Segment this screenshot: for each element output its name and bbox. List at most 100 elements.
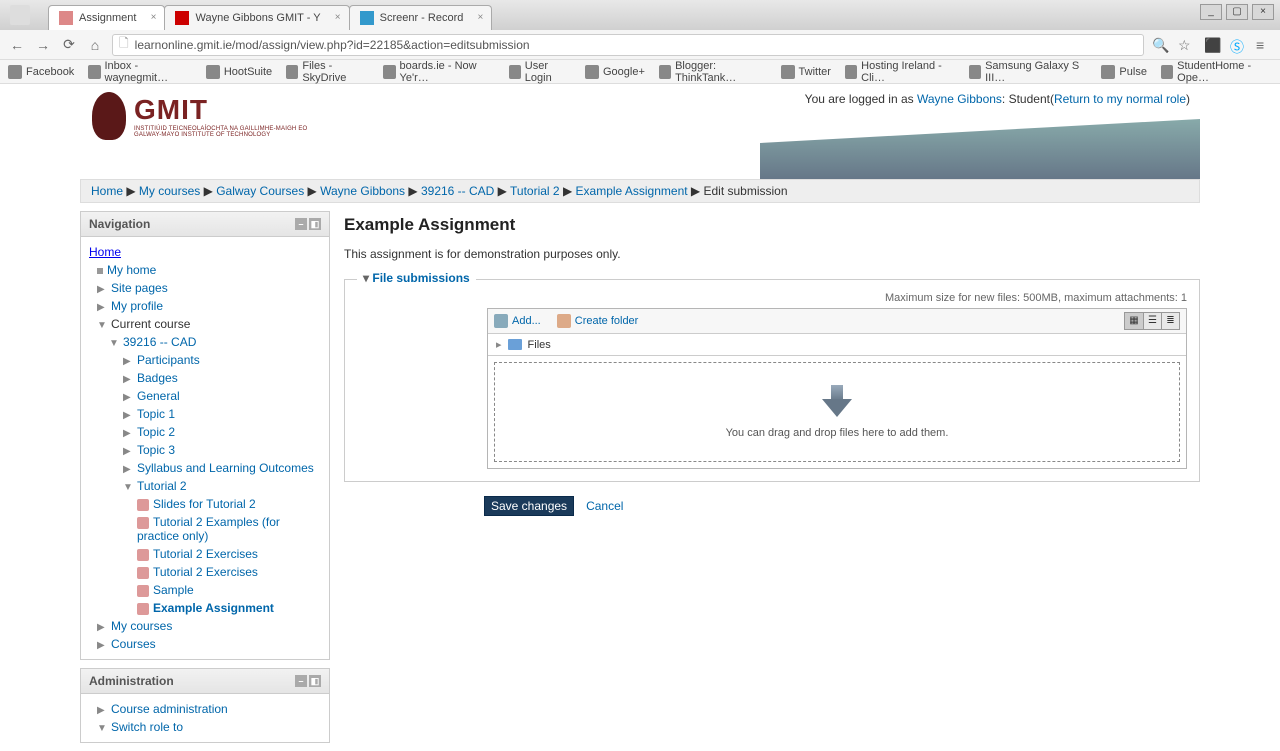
expand-icon[interactable]: ▶	[97, 705, 107, 716]
window-maximize-button[interactable]: ▢	[1226, 4, 1248, 20]
bookmark-item[interactable]: User Login	[509, 60, 571, 84]
expand-icon[interactable]: ▶	[97, 622, 107, 633]
breadcrumb-link[interactable]: 39216 -- CAD	[421, 184, 494, 198]
nav-tree-item[interactable]: Tutorial 2 Exercises	[89, 545, 321, 563]
admin-tree-item[interactable]: ▼Switch role to	[89, 718, 321, 736]
browser-tab-screenr[interactable]: Screenr - Record ×	[349, 5, 493, 30]
bookmark-item[interactable]: Pulse	[1101, 65, 1147, 79]
menu-icon[interactable]: ≡	[1256, 37, 1272, 53]
bookmark-item[interactable]: StudentHome - Ope…	[1161, 60, 1272, 84]
nav-tree-item[interactable]: Example Assignment	[89, 599, 321, 617]
breadcrumb-link[interactable]: Home	[91, 184, 123, 198]
nav-tree-item[interactable]: Slides for Tutorial 2	[89, 495, 321, 513]
back-button[interactable]: ←	[8, 36, 26, 54]
expand-icon[interactable]: ▶	[97, 284, 107, 295]
file-path-bar[interactable]: ▸ Files	[488, 334, 1186, 356]
extension-icon[interactable]: ⬛	[1204, 37, 1220, 53]
create-folder-button[interactable]: Create folder	[557, 314, 639, 328]
collapse-icon[interactable]: –	[295, 218, 307, 230]
reload-button[interactable]: ⟳	[60, 36, 78, 54]
window-minimize-button[interactable]: _	[1200, 4, 1222, 20]
nav-home-link[interactable]: Home	[89, 245, 121, 259]
bookmark-item[interactable]: Files - SkyDrive	[286, 60, 369, 84]
add-file-button[interactable]: Add...	[494, 314, 541, 328]
expand-icon[interactable]: ▶	[97, 302, 107, 313]
bookmark-item[interactable]: HootSuite	[206, 65, 272, 79]
nav-tree-item[interactable]: ▼39216 -- CAD	[89, 333, 321, 351]
bookmark-item[interactable]: Inbox - waynegmit…	[88, 60, 192, 84]
gmit-logo[interactable]: GMIT INSTITIÚID TEICNEOLAÍOCHTA NA GAILL…	[92, 92, 307, 140]
expand-icon[interactable]: ▶	[123, 464, 133, 475]
bookmark-item[interactable]: Google+	[585, 65, 645, 79]
nav-tree-item[interactable]: ▶Syllabus and Learning Outcomes	[89, 459, 321, 477]
forward-button[interactable]: →	[34, 36, 52, 54]
view-icons-button[interactable]: ▦	[1125, 313, 1143, 329]
bookmark-item[interactable]: Hosting Ireland - Cli…	[845, 60, 955, 84]
expand-icon[interactable]: ▼	[123, 482, 133, 493]
fieldset-legend[interactable]: File submissions	[357, 271, 476, 285]
cancel-button[interactable]: Cancel	[586, 499, 623, 513]
breadcrumb-link[interactable]: Wayne Gibbons	[320, 184, 405, 198]
nav-tree-item[interactable]: ▼Current course	[89, 315, 321, 333]
nav-tree-item[interactable]: Sample	[89, 581, 321, 599]
nav-tree-item[interactable]: ▶Courses	[89, 635, 321, 653]
bookmark-item[interactable]: Samsung Galaxy S III…	[969, 60, 1088, 84]
close-icon[interactable]: ×	[151, 12, 157, 23]
expand-icon[interactable]: ▶	[123, 410, 133, 421]
expand-icon[interactable]: ▼	[97, 723, 107, 734]
expand-icon[interactable]: ▼	[97, 320, 107, 331]
profile-avatar-icon[interactable]	[10, 5, 30, 25]
collapse-icon[interactable]: –	[295, 675, 307, 687]
close-icon[interactable]: ×	[335, 12, 341, 23]
view-tree-button[interactable]: ≣	[1161, 313, 1179, 329]
tab-favicon-icon	[59, 11, 73, 25]
star-icon[interactable]: ☆	[1178, 37, 1194, 53]
bookmark-item[interactable]: Twitter	[781, 65, 831, 79]
view-list-button[interactable]: ☰	[1143, 313, 1161, 329]
bookmark-item[interactable]: Blogger: ThinkTank…	[659, 60, 767, 84]
user-link[interactable]: Wayne Gibbons	[917, 92, 1002, 106]
admin-tree-item[interactable]: ▶Course administration	[89, 700, 321, 718]
breadcrumb-link[interactable]: Example Assignment	[576, 184, 688, 198]
nav-tree-item[interactable]: My home	[89, 261, 321, 279]
expand-icon[interactable]: ▶	[123, 428, 133, 439]
search-icon[interactable]: 🔍	[1152, 37, 1168, 53]
expand-icon[interactable]: ▼	[109, 338, 119, 349]
dock-icon[interactable]: ◧	[309, 675, 321, 687]
nav-tree-item[interactable]: ▶My courses	[89, 617, 321, 635]
folder-icon	[508, 339, 522, 350]
return-role-link[interactable]: Return to my normal role	[1054, 92, 1186, 106]
nav-tree-item[interactable]: Tutorial 2 Exercises	[89, 563, 321, 581]
breadcrumb-link[interactable]: Tutorial 2	[510, 184, 560, 198]
breadcrumb-link[interactable]: Galway Courses	[216, 184, 304, 198]
nav-tree-item[interactable]: ▶General	[89, 387, 321, 405]
save-button[interactable]: Save changes	[484, 496, 574, 516]
browser-tab-youtube[interactable]: Wayne Gibbons GMIT - Y ×	[164, 5, 349, 30]
file-drop-zone[interactable]: You can drag and drop files here to add …	[494, 362, 1180, 462]
close-icon[interactable]: ×	[478, 12, 484, 23]
nav-tree-item[interactable]: ▶Topic 1	[89, 405, 321, 423]
browser-tab-assignment[interactable]: Assignment ×	[48, 5, 165, 30]
dock-icon[interactable]: ◧	[309, 218, 321, 230]
url-input[interactable]: 🗋 learnonline.gmit.ie/mod/assign/view.ph…	[112, 34, 1144, 56]
nav-tree-item[interactable]: ▶Topic 2	[89, 423, 321, 441]
expand-icon[interactable]: ▶	[123, 374, 133, 385]
breadcrumb-link[interactable]: My courses	[139, 184, 200, 198]
home-button[interactable]: ⌂	[86, 36, 104, 54]
window-close-button[interactable]: ×	[1252, 4, 1274, 20]
expand-icon[interactable]: ▶	[123, 356, 133, 367]
nav-tree-item[interactable]: ▶Participants	[89, 351, 321, 369]
nav-tree-item[interactable]: ▶My profile	[89, 297, 321, 315]
bookmark-item[interactable]: boards.ie - Now Ye'r…	[383, 60, 494, 84]
nav-tree-item[interactable]: Tutorial 2 Examples (for practice only)	[89, 513, 321, 545]
nav-tree-item[interactable]: ▶Topic 3	[89, 441, 321, 459]
bookmark-item[interactable]: Facebook	[8, 65, 74, 79]
nav-tree-item[interactable]: ▶Badges	[89, 369, 321, 387]
expand-icon[interactable]: ▶	[123, 446, 133, 457]
page-icon: 🗋	[119, 34, 129, 55]
nav-tree-item[interactable]: ▼Tutorial 2	[89, 477, 321, 495]
expand-icon[interactable]: ▶	[97, 640, 107, 651]
nav-tree-item[interactable]: ▶Site pages	[89, 279, 321, 297]
skype-icon[interactable]: Ⓢ	[1230, 37, 1246, 53]
expand-icon[interactable]: ▶	[123, 392, 133, 403]
